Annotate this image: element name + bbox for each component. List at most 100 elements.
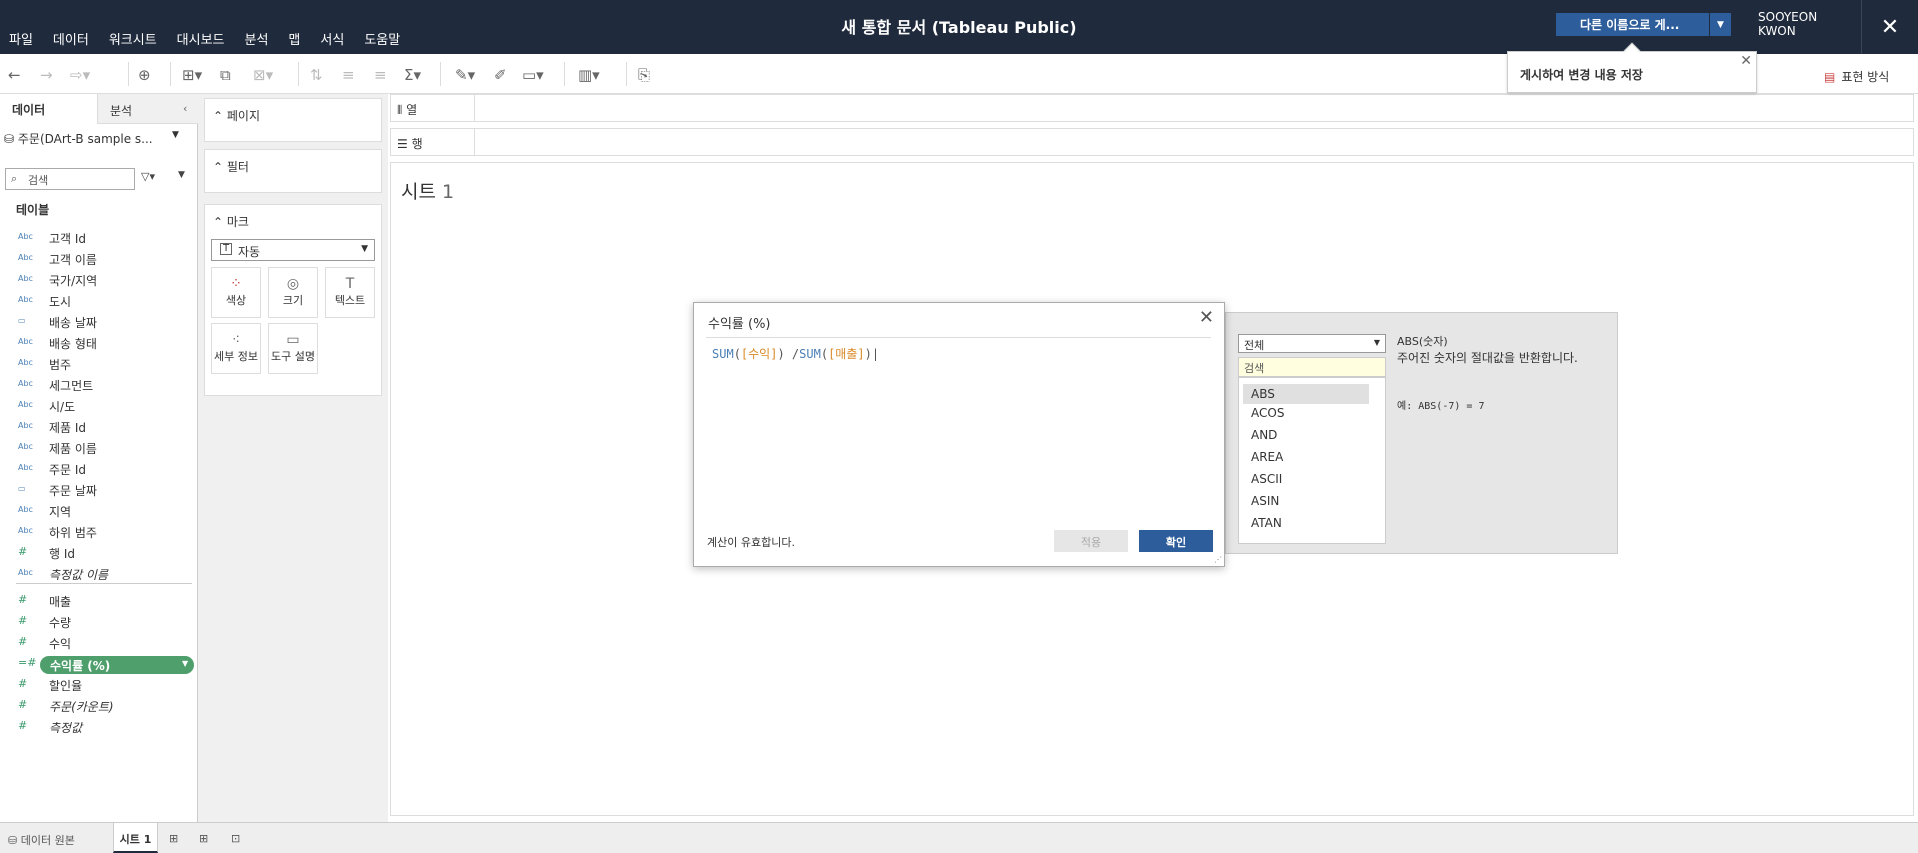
size-button[interactable]: ◎ 크기 [268,267,318,318]
tab-analysis[interactable]: 분석 [110,102,132,119]
measure-field[interactable]: =# 수익률 (%) ▼ [0,654,196,675]
datasource-selector[interactable]: ⛁ 주문(DArt-B sample s... ▼ [4,130,184,147]
number-type-icon: # [18,614,28,627]
function-item[interactable]: AND [1251,428,1277,442]
dimension-field[interactable]: # 행 Id [0,543,196,564]
function-search-input[interactable]: 검색 [1238,357,1386,377]
dimension-field[interactable]: Abc 주문 Id [0,459,196,480]
function-item[interactable]: ASIN [1251,494,1279,508]
show-me-button[interactable]: ▤ 표현 방식 [1824,68,1889,85]
new-datasource-icon[interactable]: ⊕ [138,66,151,84]
tooltip-close-icon[interactable]: ✕ [1740,53,1752,69]
new-sheet-icon[interactable]: ⊞▾ [182,66,202,84]
dimension-field[interactable]: Abc 고객 이름 [0,249,196,270]
duplicate-sheet-icon[interactable]: ⧉ [220,66,231,84]
ok-button[interactable]: 확인 [1139,530,1213,552]
sort-asc-icon[interactable]: ≡ [342,66,355,84]
new-worksheet-icon[interactable]: ⊞ [169,832,178,845]
function-item[interactable]: ABS [1243,384,1369,404]
collapse-caret-icon: ⌃ [213,215,227,229]
measure-field[interactable]: # 수량 [0,612,196,633]
measure-field[interactable]: # 매출 [0,591,196,612]
dimension-field[interactable]: ▭ 배송 날짜 [0,312,196,333]
dimension-field[interactable]: Abc 하위 범주 [0,522,196,543]
redo-icon[interactable]: → [40,66,53,84]
resize-handle-icon[interactable]: ⋰ [1214,555,1222,564]
dimension-field[interactable]: Abc 지역 [0,501,196,522]
menu-file[interactable]: 파일 [9,29,33,48]
menu-worksheet[interactable]: 워크시트 [109,29,157,48]
menu-help[interactable]: 도움말 [364,29,400,48]
function-item[interactable]: ASCII [1251,472,1282,486]
menu-format[interactable]: 서식 [320,29,344,48]
replay-icon[interactable]: ⇨▾ [70,66,90,84]
calculation-name-field[interactable]: 수익률 (%) [708,313,771,332]
view-options-icon[interactable]: ▼ [178,170,185,180]
dimension-field[interactable]: Abc 배송 형태 [0,333,196,354]
datasource-tab[interactable]: ⛁ 데이터 원본 [8,832,75,848]
save-as-button[interactable]: 다른 이름으로 게... [1556,13,1710,36]
close-icon[interactable]: ✕ [1199,307,1214,328]
rows-shelf[interactable]: ☰ 행 [390,128,1914,156]
dimension-field[interactable]: Abc 국가/지역 [0,270,196,291]
function-item[interactable]: ACOS [1251,406,1284,420]
measure-field[interactable]: # 할인율 [0,675,196,696]
detail-button[interactable]: ⁖ 세부 정보 [211,323,261,374]
swap-icon[interactable]: ⇅ [310,66,323,84]
mark-type-dropdown[interactable]: T 자동 ▼ [211,239,375,261]
dimension-field[interactable]: Abc 범주 [0,354,196,375]
dimension-field[interactable]: Abc 제품 Id [0,417,196,438]
user-name[interactable]: SOOYEON KWON [1758,10,1817,38]
sheet-title[interactable]: 시트 1 [401,177,454,204]
field-label: 제품 이름 [49,442,97,456]
dimension-field[interactable]: Abc 측정값 이름 [0,564,196,585]
measure-field[interactable]: # 측정값 [0,717,196,738]
chevron-down-icon[interactable]: ▼ [182,659,188,668]
close-button[interactable]: ✕ [1861,0,1918,54]
text-button[interactable]: T 텍스트 [325,267,375,318]
dimension-field[interactable]: Abc 세그먼트 [0,375,196,396]
fit-icon[interactable]: ▭▾ [522,66,544,84]
new-dashboard-icon[interactable]: ⊞ [199,832,208,845]
collapse-icon[interactable]: ‹ [183,102,187,115]
apply-button[interactable]: 적용 [1054,530,1128,552]
measure-field[interactable]: # 수익 [0,633,196,654]
dimension-field[interactable]: Abc 제품 이름 [0,438,196,459]
field-label: 주문(카운트) [49,700,114,714]
presentation-icon[interactable]: ⎘ [638,66,650,84]
clear-sheet-icon[interactable]: ⊠▾ [253,66,273,84]
sort-desc-icon[interactable]: ≡ [374,66,387,84]
tab-data[interactable]: 데이터 [0,94,98,124]
dimension-field[interactable]: ▭ 주문 날짜 [0,480,196,501]
columns-shelf[interactable]: ⦀ 열 [390,94,1914,122]
filter-icon[interactable]: ▽▾ [141,170,155,183]
sheet-tab[interactable]: 시트 1 [113,823,158,853]
menu-dashboard[interactable]: 대시보드 [177,29,225,48]
function-item[interactable]: ATAN [1251,516,1282,530]
field-search-input[interactable]: ⌕ 검색 [5,168,135,190]
function-category-select[interactable]: 전체 ▼ [1238,334,1386,353]
function-list[interactable]: ABS ACOS AND AREA ASCII ASIN ATAN [1238,377,1386,544]
highlight-icon[interactable]: ✎▾ [455,66,475,84]
save-dropdown-button[interactable]: ▼ [1710,13,1731,36]
function-item[interactable]: AREA [1251,450,1283,464]
menu-data[interactable]: 데이터 [53,29,89,48]
color-button[interactable]: ⁘ 색상 [211,267,261,318]
formula-editor[interactable]: SUM([수익]) /SUM([매출])| [712,345,879,362]
menu-analysis[interactable]: 분석 [245,29,269,48]
chart-icon[interactable]: ▥▾ [578,66,600,84]
dimension-field[interactable]: Abc 고객 Id [0,228,196,249]
new-story-icon[interactable]: ⊡ [231,832,240,845]
annotate-icon[interactable]: ✐ [494,66,507,84]
marks-card: ⌃ 마크 T 자동 ▼ ⁘ 색상 ◎ 크기 T 텍스트 ⁖ 세부 정보 ▭ 도구 설명 [204,204,382,396]
dimension-field[interactable]: Abc 시/도 [0,396,196,417]
divider [16,583,192,584]
totals-icon[interactable]: Σ▾ [404,66,421,84]
undo-icon[interactable]: ← [8,66,21,84]
dimension-field[interactable]: Abc 도시 [0,291,196,312]
filters-card[interactable]: ⌃ 필터 [204,149,382,193]
measure-field[interactable]: # 주문(카운트) [0,696,196,717]
menu-map[interactable]: 맵 [288,29,300,48]
pages-card[interactable]: ⌃ 페이지 [204,98,382,142]
tooltip-button[interactable]: ▭ 도구 설명 [268,323,318,374]
